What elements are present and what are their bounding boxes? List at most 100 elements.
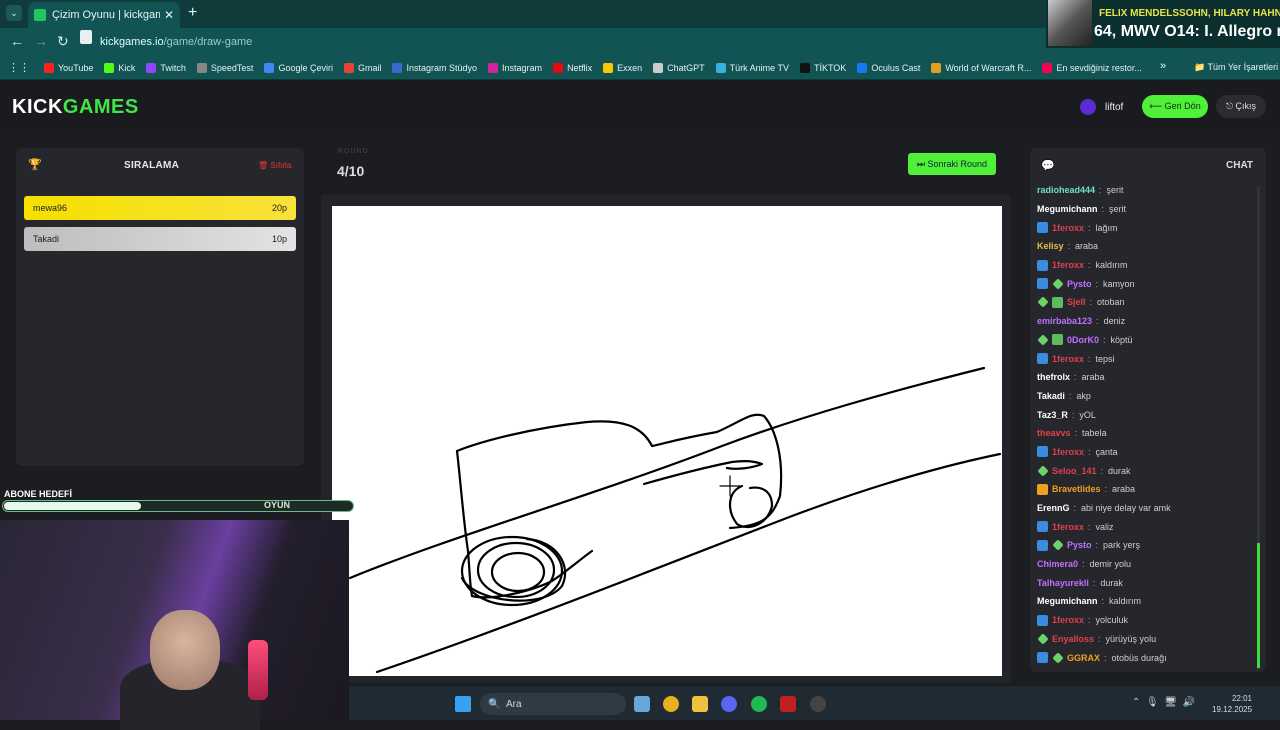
- chat-separator: :: [1099, 185, 1102, 196]
- explorer-widget-icon[interactable]: [634, 696, 650, 712]
- chat-username[interactable]: 1feroxx: [1052, 522, 1084, 532]
- next-round-button[interactable]: ⏭ Sonraki Round: [908, 153, 996, 175]
- back-arrow-icon[interactable]: ←: [10, 33, 24, 49]
- chat-message: Sjell: otoban: [1037, 293, 1253, 312]
- chat-username[interactable]: Sjell: [1067, 297, 1086, 307]
- chat-text: abi niye delay var amk: [1081, 503, 1171, 514]
- system-tray-icons[interactable]: ⌃ 🎙 🖥 🔊: [1132, 697, 1195, 708]
- chat-message: Takadi: akp: [1037, 387, 1253, 406]
- chat-username[interactable]: 1feroxx: [1052, 615, 1084, 625]
- tab-search-button[interactable]: ⌄: [6, 5, 22, 21]
- chat-username[interactable]: thefrolx: [1037, 372, 1070, 382]
- chat-username[interactable]: Megumichann: [1037, 596, 1098, 606]
- chat-username[interactable]: GGRAX: [1067, 653, 1100, 663]
- green-badge-icon: [1037, 464, 1049, 477]
- drawing-canvas[interactable]: [332, 206, 1002, 676]
- reload-icon[interactable]: ↻: [57, 33, 69, 50]
- bookmark-favicon-icon: [264, 62, 275, 73]
- chat-username[interactable]: emirbaba123: [1037, 316, 1092, 326]
- chat-username[interactable]: Seloo_141: [1052, 466, 1097, 476]
- bookmark-item[interactable]: Oculus Cast: [857, 62, 920, 73]
- chat-username[interactable]: 1feroxx: [1052, 260, 1084, 270]
- chat-scroll-thumb[interactable]: [1257, 543, 1260, 668]
- back-button[interactable]: ⟵ Geri Dön: [1142, 95, 1208, 118]
- folder-icon[interactable]: [692, 696, 708, 712]
- chat-username[interactable]: Pysto: [1067, 279, 1092, 289]
- chat-separator: :: [1096, 316, 1099, 327]
- bookmark-item[interactable]: Google Çeviri: [264, 62, 333, 73]
- bookmark-item[interactable]: En sevdiğiniz restor...: [1042, 62, 1142, 73]
- kickgames-logo[interactable]: KICKGAMES: [12, 96, 139, 119]
- apps-grid-icon[interactable]: ⋮⋮: [8, 61, 30, 74]
- ranking-row: Takadi 10p: [24, 227, 296, 251]
- chat-username[interactable]: Kelisy: [1037, 241, 1064, 251]
- bookmark-label: TİKTOK: [813, 62, 847, 73]
- bookmark-item[interactable]: Türk Anime TV: [715, 62, 789, 73]
- bookmark-item[interactable]: TİKTOK: [799, 62, 847, 73]
- spotify-icon[interactable]: [751, 696, 767, 712]
- obs-icon[interactable]: [810, 696, 826, 712]
- url-field[interactable]: kickgames.io/game/draw-game: [100, 32, 1040, 52]
- taskbar-search[interactable]: 🔍 Ara: [480, 693, 626, 715]
- chat-bubble-icon: 💬: [1041, 160, 1055, 172]
- chat-text: tepsi: [1095, 353, 1115, 364]
- chat-username[interactable]: Taz3_R: [1037, 410, 1068, 420]
- chat-message: 1feroxx: yolculuk: [1037, 611, 1253, 630]
- chat-username[interactable]: Takadi: [1037, 391, 1065, 401]
- bookmark-item[interactable]: SpeedTest: [196, 62, 253, 73]
- round-value: 4/10: [337, 163, 365, 179]
- tab-close-icon[interactable]: ✕: [164, 8, 174, 22]
- chat-username[interactable]: ErennG: [1037, 503, 1070, 513]
- chat-message: Megumichann: şerit: [1037, 200, 1253, 219]
- bookmark-item[interactable]: Kick: [104, 62, 135, 73]
- chat-message: 1feroxx: çanta: [1037, 443, 1253, 462]
- forward-arrow-icon[interactable]: →: [34, 33, 48, 49]
- browser-tab[interactable]: Çizim Oyunu | kickgames.io ✕: [28, 2, 180, 28]
- chat-username[interactable]: 0DorK0: [1067, 335, 1099, 345]
- blue-badge-icon: [1037, 446, 1048, 458]
- green-badge-icon: [1052, 651, 1064, 664]
- user-chip[interactable]: liftof: [1080, 96, 1123, 118]
- bookmark-item[interactable]: Netflix: [553, 62, 592, 73]
- chat-username[interactable]: 1feroxx: [1052, 447, 1084, 457]
- bookmark-item[interactable]: Instagram Stüdyo: [392, 62, 478, 73]
- taskbar-clock[interactable]: 22:01 19.12.2025: [1212, 693, 1252, 715]
- bookmark-item[interactable]: Twitch: [146, 62, 186, 73]
- chat-username[interactable]: 1feroxx: [1052, 223, 1084, 233]
- chat-username[interactable]: radiohead444: [1037, 185, 1095, 195]
- chat-username[interactable]: 1feroxx: [1052, 354, 1084, 364]
- subscriber-goal-label: ABONE HEDEFİ: [4, 489, 73, 499]
- chat-username[interactable]: Pysto: [1067, 540, 1092, 550]
- discord-icon[interactable]: [721, 696, 737, 712]
- chat-text: durak: [1100, 577, 1123, 588]
- chat-username[interactable]: Megumichann: [1037, 204, 1098, 214]
- chat-username[interactable]: theavvs: [1037, 428, 1071, 438]
- album-art: [1048, 0, 1092, 46]
- chat-username[interactable]: Bravetlides: [1052, 484, 1101, 494]
- windows-start-icon[interactable]: [455, 696, 471, 712]
- all-bookmarks-link[interactable]: 📁 Tüm Yer İşaretleri: [1194, 62, 1278, 73]
- site-info-icon[interactable]: [80, 30, 92, 44]
- bookmark-item[interactable]: Gmail: [343, 62, 381, 73]
- bookmark-item[interactable]: Exxen: [603, 62, 642, 73]
- chat-username[interactable]: Enyalloss: [1052, 634, 1094, 644]
- chat-message-list[interactable]: radiohead444: şerit Megumichann: şerit 1fero…: [1037, 184, 1253, 670]
- bookmark-item[interactable]: Instagram: [488, 62, 542, 73]
- logout-button[interactable]: ⎋ Çıkış: [1216, 95, 1266, 118]
- bookmark-label: Instagram Stüdyo: [406, 62, 478, 73]
- voicemeeter-icon[interactable]: [780, 696, 796, 712]
- chrome-icon[interactable]: [663, 696, 679, 712]
- blue-badge-icon: [1037, 521, 1048, 533]
- chat-username[interactable]: Talhayurekli: [1037, 578, 1089, 588]
- bookmark-item[interactable]: World of Warcraft R...: [931, 62, 1031, 73]
- reset-button[interactable]: 🗑 Sıfırla: [258, 161, 291, 170]
- new-tab-button[interactable]: +: [188, 5, 197, 21]
- bookmark-favicon-icon: [653, 62, 664, 73]
- bookmark-item[interactable]: YouTube: [44, 62, 93, 73]
- chat-message: Pysto: park yerş: [1037, 536, 1253, 555]
- chat-title: CHAT: [1226, 160, 1254, 171]
- bookmarks-more-icon[interactable]: »: [1160, 60, 1166, 72]
- bookmark-favicon-icon: [343, 62, 354, 73]
- bookmark-item[interactable]: ChatGPT: [653, 62, 705, 73]
- chat-username[interactable]: Chimera0: [1037, 559, 1078, 569]
